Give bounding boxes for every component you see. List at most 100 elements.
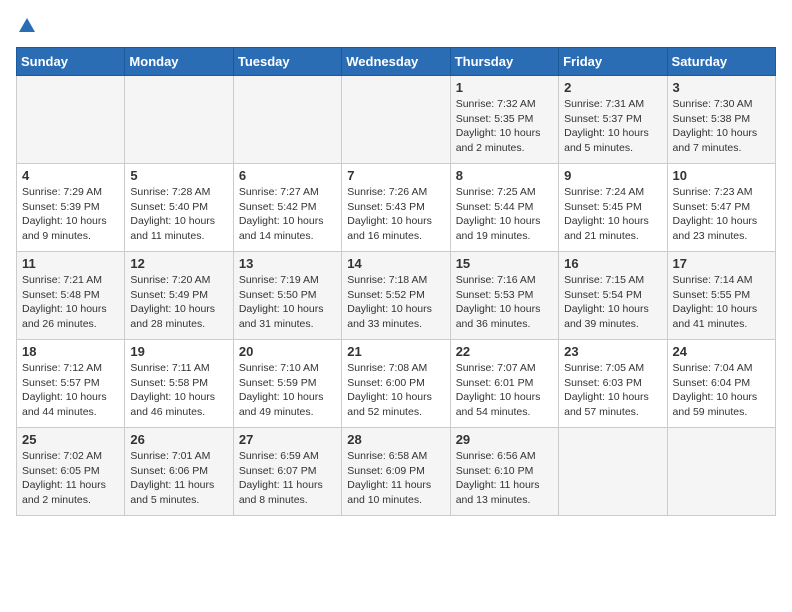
calendar-cell: 28 Sunrise: 6:58 AM Sunset: 6:09 PM Dayli… [342, 428, 450, 516]
day-number: 1 [456, 80, 553, 95]
header-cell-tuesday: Tuesday [233, 48, 341, 76]
day-number: 18 [22, 344, 119, 359]
calendar-cell: 15 Sunrise: 7:16 AM Sunset: 5:53 PM Dayli… [450, 252, 558, 340]
calendar-cell: 3 Sunrise: 7:30 AM Sunset: 5:38 PM Daylig… [667, 76, 775, 164]
calendar-cell: 27Sunrise: 6:59 AM Sunset: 6:07 PM Dayli… [233, 428, 341, 516]
day-info: Sunrise: 7:28 AM Sunset: 5:40 PM Dayligh… [130, 185, 227, 244]
day-info: Sunrise: 6:58 AM Sunset: 6:09 PM Dayligh… [347, 449, 444, 508]
calendar-cell: 11 Sunrise: 7:21 AM Sunset: 5:48 PM Dayli… [17, 252, 125, 340]
day-info: Sunrise: 7:32 AM Sunset: 5:35 PM Dayligh… [456, 97, 553, 156]
week-row-3: 11 Sunrise: 7:21 AM Sunset: 5:48 PM Dayli… [17, 252, 776, 340]
day-number: 19 [130, 344, 227, 359]
calendar-body: 1 Sunrise: 7:32 AM Sunset: 5:35 PM Daylig… [17, 76, 776, 516]
day-number: 2 [564, 80, 661, 95]
day-number: 5 [130, 168, 227, 183]
week-row-1: 1 Sunrise: 7:32 AM Sunset: 5:35 PM Daylig… [17, 76, 776, 164]
header-cell-thursday: Thursday [450, 48, 558, 76]
calendar-cell: 16 Sunrise: 7:15 AM Sunset: 5:54 PM Dayli… [559, 252, 667, 340]
day-number: 29 [456, 432, 553, 447]
day-number: 21 [347, 344, 444, 359]
day-number: 25 [22, 432, 119, 447]
calendar-cell [125, 76, 233, 164]
day-info: Sunrise: 7:25 AM Sunset: 5:44 PM Dayligh… [456, 185, 553, 244]
day-number: 20 [239, 344, 336, 359]
calendar-cell [342, 76, 450, 164]
logo-icon [18, 16, 36, 34]
day-info: Sunrise: 7:15 AM Sunset: 5:54 PM Dayligh… [564, 273, 661, 332]
calendar-cell: 20 Sunrise: 7:10 AM Sunset: 5:59 PM Dayli… [233, 340, 341, 428]
day-info: Sunrise: 7:07 AM Sunset: 6:01 PM Dayligh… [456, 361, 553, 420]
calendar-cell: 14Sunrise: 7:18 AM Sunset: 5:52 PM Dayli… [342, 252, 450, 340]
calendar-cell: 10 Sunrise: 7:23 AM Sunset: 5:47 PM Dayli… [667, 164, 775, 252]
day-info: Sunrise: 7:19 AM Sunset: 5:50 PM Dayligh… [239, 273, 336, 332]
calendar-cell: 13 Sunrise: 7:19 AM Sunset: 5:50 PM Dayli… [233, 252, 341, 340]
header-cell-saturday: Saturday [667, 48, 775, 76]
calendar-cell: 22Sunrise: 7:07 AM Sunset: 6:01 PM Dayli… [450, 340, 558, 428]
day-info: Sunrise: 7:02 AM Sunset: 6:05 PM Dayligh… [22, 449, 119, 508]
day-number: 10 [673, 168, 770, 183]
day-info: Sunrise: 7:16 AM Sunset: 5:53 PM Dayligh… [456, 273, 553, 332]
header-cell-monday: Monday [125, 48, 233, 76]
calendar-cell: 23 Sunrise: 7:05 AM Sunset: 6:03 PM Dayli… [559, 340, 667, 428]
calendar-cell: 5 Sunrise: 7:28 AM Sunset: 5:40 PM Daylig… [125, 164, 233, 252]
day-info: Sunrise: 7:01 AM Sunset: 6:06 PM Dayligh… [130, 449, 227, 508]
day-number: 7 [347, 168, 444, 183]
day-info: Sunrise: 6:59 AM Sunset: 6:07 PM Dayligh… [239, 449, 336, 508]
header-cell-friday: Friday [559, 48, 667, 76]
header [16, 16, 776, 39]
day-number: 8 [456, 168, 553, 183]
day-number: 15 [456, 256, 553, 271]
calendar-cell: 8 Sunrise: 7:25 AM Sunset: 5:44 PM Daylig… [450, 164, 558, 252]
day-number: 26 [130, 432, 227, 447]
day-info: Sunrise: 7:30 AM Sunset: 5:38 PM Dayligh… [673, 97, 770, 156]
day-number: 28 [347, 432, 444, 447]
day-info: Sunrise: 7:21 AM Sunset: 5:48 PM Dayligh… [22, 273, 119, 332]
day-number: 4 [22, 168, 119, 183]
day-number: 14 [347, 256, 444, 271]
day-info: Sunrise: 7:08 AM Sunset: 6:00 PM Dayligh… [347, 361, 444, 420]
day-info: Sunrise: 7:24 AM Sunset: 5:45 PM Dayligh… [564, 185, 661, 244]
calendar-cell: 12 Sunrise: 7:20 AM Sunset: 5:49 PM Dayli… [125, 252, 233, 340]
day-number: 3 [673, 80, 770, 95]
calendar-cell: 1 Sunrise: 7:32 AM Sunset: 5:35 PM Daylig… [450, 76, 558, 164]
calendar-cell [667, 428, 775, 516]
day-info: Sunrise: 7:12 AM Sunset: 5:57 PM Dayligh… [22, 361, 119, 420]
week-row-4: 18 Sunrise: 7:12 AM Sunset: 5:57 PM Dayli… [17, 340, 776, 428]
logo [16, 16, 36, 39]
header-cell-wednesday: Wednesday [342, 48, 450, 76]
day-number: 23 [564, 344, 661, 359]
day-info: Sunrise: 7:04 AM Sunset: 6:04 PM Dayligh… [673, 361, 770, 420]
day-number: 6 [239, 168, 336, 183]
day-info: Sunrise: 7:23 AM Sunset: 5:47 PM Dayligh… [673, 185, 770, 244]
day-number: 11 [22, 256, 119, 271]
day-info: Sunrise: 7:27 AM Sunset: 5:42 PM Dayligh… [239, 185, 336, 244]
calendar-cell: 7 Sunrise: 7:26 AM Sunset: 5:43 PM Daylig… [342, 164, 450, 252]
day-number: 16 [564, 256, 661, 271]
day-info: Sunrise: 7:05 AM Sunset: 6:03 PM Dayligh… [564, 361, 661, 420]
calendar-cell [233, 76, 341, 164]
calendar-table: SundayMondayTuesdayWednesdayThursdayFrid… [16, 47, 776, 516]
calendar-cell: 29 Sunrise: 6:56 AM Sunset: 6:10 PM Dayli… [450, 428, 558, 516]
calendar-cell: 6 Sunrise: 7:27 AM Sunset: 5:42 PM Daylig… [233, 164, 341, 252]
day-info: Sunrise: 7:11 AM Sunset: 5:58 PM Dayligh… [130, 361, 227, 420]
day-number: 12 [130, 256, 227, 271]
calendar-header-row: SundayMondayTuesdayWednesdayThursdayFrid… [17, 48, 776, 76]
week-row-5: 25 Sunrise: 7:02 AM Sunset: 6:05 PM Dayli… [17, 428, 776, 516]
day-number: 17 [673, 256, 770, 271]
calendar-cell: 24Sunrise: 7:04 AM Sunset: 6:04 PM Dayli… [667, 340, 775, 428]
day-info: Sunrise: 7:10 AM Sunset: 5:59 PM Dayligh… [239, 361, 336, 420]
day-info: Sunrise: 6:56 AM Sunset: 6:10 PM Dayligh… [456, 449, 553, 508]
day-info: Sunrise: 7:26 AM Sunset: 5:43 PM Dayligh… [347, 185, 444, 244]
day-number: 13 [239, 256, 336, 271]
calendar-cell [559, 428, 667, 516]
calendar-cell: 9Sunrise: 7:24 AM Sunset: 5:45 PM Daylig… [559, 164, 667, 252]
day-info: Sunrise: 7:20 AM Sunset: 5:49 PM Dayligh… [130, 273, 227, 332]
calendar-cell: 2Sunrise: 7:31 AM Sunset: 5:37 PM Daylig… [559, 76, 667, 164]
day-info: Sunrise: 7:14 AM Sunset: 5:55 PM Dayligh… [673, 273, 770, 332]
calendar-cell: 17 Sunrise: 7:14 AM Sunset: 5:55 PM Dayli… [667, 252, 775, 340]
week-row-2: 4 Sunrise: 7:29 AM Sunset: 5:39 PM Daylig… [17, 164, 776, 252]
calendar-cell: 19 Sunrise: 7:11 AM Sunset: 5:58 PM Dayli… [125, 340, 233, 428]
calendar-cell [17, 76, 125, 164]
day-info: Sunrise: 7:29 AM Sunset: 5:39 PM Dayligh… [22, 185, 119, 244]
header-cell-sunday: Sunday [17, 48, 125, 76]
